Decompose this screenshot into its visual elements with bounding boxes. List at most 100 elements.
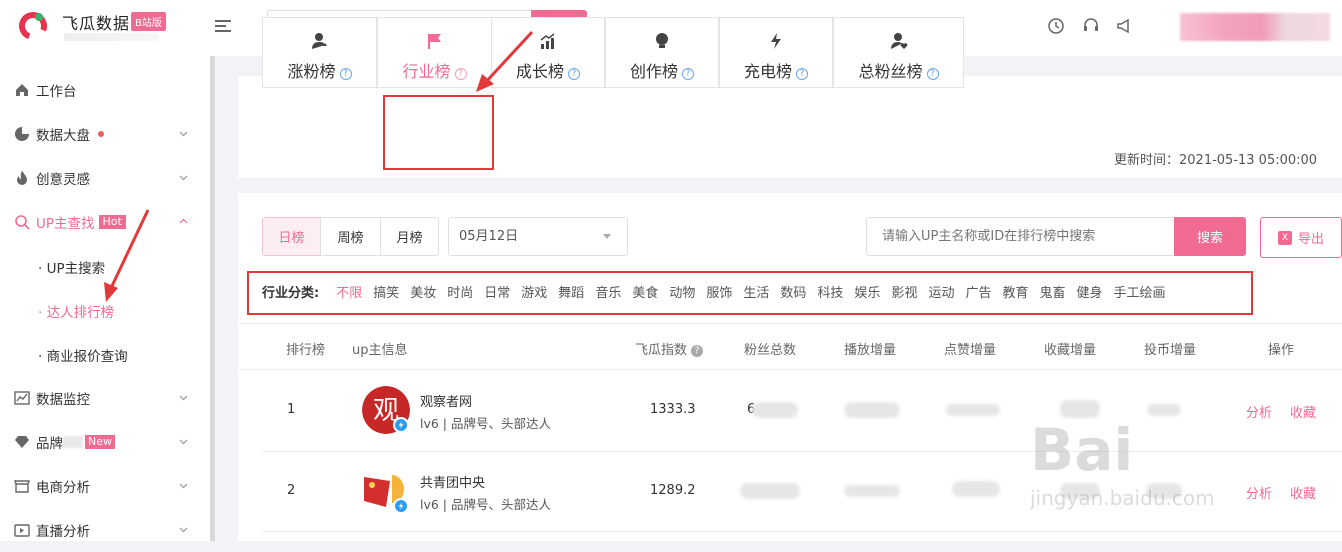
menu-toggle-icon[interactable] — [215, 20, 231, 34]
col-index-label: 飞瓜指数 — [635, 343, 688, 358]
verified-icon — [393, 498, 409, 514]
annotation-arrow — [476, 30, 534, 92]
sidebar-item-label: 电商分析 — [36, 480, 90, 496]
col-up-info: up主信息 — [352, 343, 408, 358]
blurred-value — [946, 404, 1000, 416]
help-icon[interactable]: ? — [682, 68, 694, 80]
sidebar-item-label: 直播分析 — [36, 524, 90, 540]
chevron-down-icon — [179, 527, 188, 533]
blurred-value — [740, 483, 800, 499]
bulb-icon — [656, 33, 668, 48]
sidebar-item-live[interactable]: 直播分析 — [0, 508, 210, 552]
tab-label: 总粉丝榜 — [858, 62, 923, 81]
up-desc: lv6 | 品牌号、头部达人 — [420, 497, 551, 512]
chevron-down-icon — [179, 439, 188, 445]
date-select[interactable]: 05月12日 — [448, 217, 628, 256]
flag-icon — [427, 34, 441, 49]
tab-charge[interactable]: 充电榜? — [719, 17, 833, 88]
search-icon — [15, 215, 30, 230]
tab-total-fans[interactable]: 总粉丝榜? — [833, 17, 964, 88]
app-name: 飞瓜数据 — [62, 14, 131, 33]
verified-icon — [393, 417, 409, 433]
sidebar-item-label: 数据监控 — [36, 392, 90, 408]
up-search-button[interactable]: 搜索 — [1174, 217, 1246, 256]
tab-creation[interactable]: 创作榜? — [605, 17, 719, 88]
line-chart-icon — [14, 391, 30, 405]
svg-text:Bai: Bai — [1030, 416, 1133, 484]
help-icon[interactable]: ? — [454, 68, 467, 80]
new-badge: New — [85, 435, 115, 449]
blurred-value — [844, 402, 900, 418]
chevron-down-icon — [179, 395, 188, 401]
user-profile-blurred[interactable] — [1180, 13, 1330, 41]
update-time: 更新时间：2021-05-13 05:00:00 — [1114, 153, 1318, 168]
sidebar-item-label: 创意灵感 — [36, 172, 90, 188]
sidebar-item-inspiration[interactable]: 创意灵感 — [0, 156, 210, 200]
col-favorites: 收藏增量 — [1044, 343, 1097, 358]
sidebar-scrollbar[interactable] — [210, 56, 215, 541]
sidebar-item-data-overview[interactable]: 数据大盘 — [0, 112, 210, 156]
feigua-index: 1289.2 — [650, 483, 696, 498]
diamond-icon — [15, 436, 29, 448]
help-icon[interactable]: ? — [339, 68, 352, 80]
help-icon[interactable]: ? — [926, 68, 939, 80]
clock-icon[interactable] — [1047, 17, 1065, 35]
notification-dot — [98, 131, 104, 137]
user-up-icon — [311, 33, 327, 49]
col-fans: 粉丝总数 — [744, 343, 797, 358]
tab-label: 涨粉榜 — [287, 62, 336, 81]
home-icon — [16, 84, 28, 96]
col-likes: 点赞增量 — [944, 343, 997, 358]
chevron-down-icon — [179, 175, 188, 181]
annotation-arrow — [104, 209, 150, 302]
tab-weekly[interactable]: 周榜 — [320, 217, 381, 256]
col-index: 飞瓜指数? — [635, 339, 704, 358]
feigua-index: 1333.3 — [650, 402, 696, 417]
sidebar-item-ecommerce[interactable]: 电商分析 — [0, 464, 210, 508]
blurred-value — [752, 402, 798, 418]
bolt-icon — [771, 33, 781, 49]
row-rank: 2 — [287, 483, 296, 498]
tab-daily[interactable]: 日榜 — [262, 217, 321, 256]
logo-icon — [19, 12, 47, 40]
tab-label: 行业榜 — [402, 62, 451, 81]
row-divider — [262, 531, 1342, 532]
col-coins: 投币增量 — [1144, 343, 1197, 358]
tab-monthly[interactable]: 月榜 — [380, 217, 439, 256]
headset-icon[interactable] — [1082, 17, 1100, 35]
svg-text:jingyan.baidu.com: jingyan.baidu.com — [1030, 486, 1215, 510]
blurred-value — [844, 485, 900, 497]
up-name[interactable]: 共青团中央 — [420, 472, 485, 491]
chevron-down-icon — [179, 483, 188, 489]
help-icon[interactable]: ? — [796, 68, 808, 80]
megaphone-icon[interactable] — [1115, 17, 1133, 35]
up-name[interactable]: 观察者网 — [420, 391, 472, 410]
sidebar-item-brand[interactable]: 品牌 New — [0, 420, 210, 464]
col-plays: 播放增量 — [844, 343, 897, 358]
video-icon — [14, 524, 30, 537]
col-actions: 操作 — [1268, 343, 1295, 358]
export-button[interactable]: X 导出 — [1260, 217, 1342, 258]
row-rank: 1 — [287, 402, 296, 417]
annotation-box-industry-filter — [247, 271, 1253, 315]
flame-icon — [17, 171, 27, 185]
up-search-input[interactable] — [866, 217, 1174, 256]
sidebar-subitem-business-quote[interactable]: · 商业报价查询 — [38, 345, 128, 365]
chevron-down-icon — [179, 131, 188, 137]
user-heart-icon — [890, 33, 907, 49]
sidebar-item-label: UP主查找 — [36, 216, 95, 232]
blurred-value — [952, 481, 1000, 497]
tab-label: 充电榜 — [743, 62, 792, 81]
growth-icon — [540, 33, 555, 49]
help-icon[interactable]: ? — [691, 345, 704, 357]
shop-icon — [14, 480, 30, 493]
date-value: 05月12日 — [459, 229, 519, 244]
sidebar-item-data-monitor[interactable]: 数据监控 — [0, 376, 210, 420]
version-badge: B站版 — [131, 12, 166, 31]
annotation-box-industry-tab — [383, 95, 494, 170]
help-icon[interactable]: ? — [568, 68, 580, 80]
tab-fans-growth[interactable]: 涨粉榜? — [262, 17, 377, 88]
excel-icon: X — [1277, 230, 1292, 245]
sidebar-item-workbench[interactable]: 工作台 — [0, 68, 210, 112]
sidebar-item-label: 数据大盘 — [36, 128, 90, 144]
